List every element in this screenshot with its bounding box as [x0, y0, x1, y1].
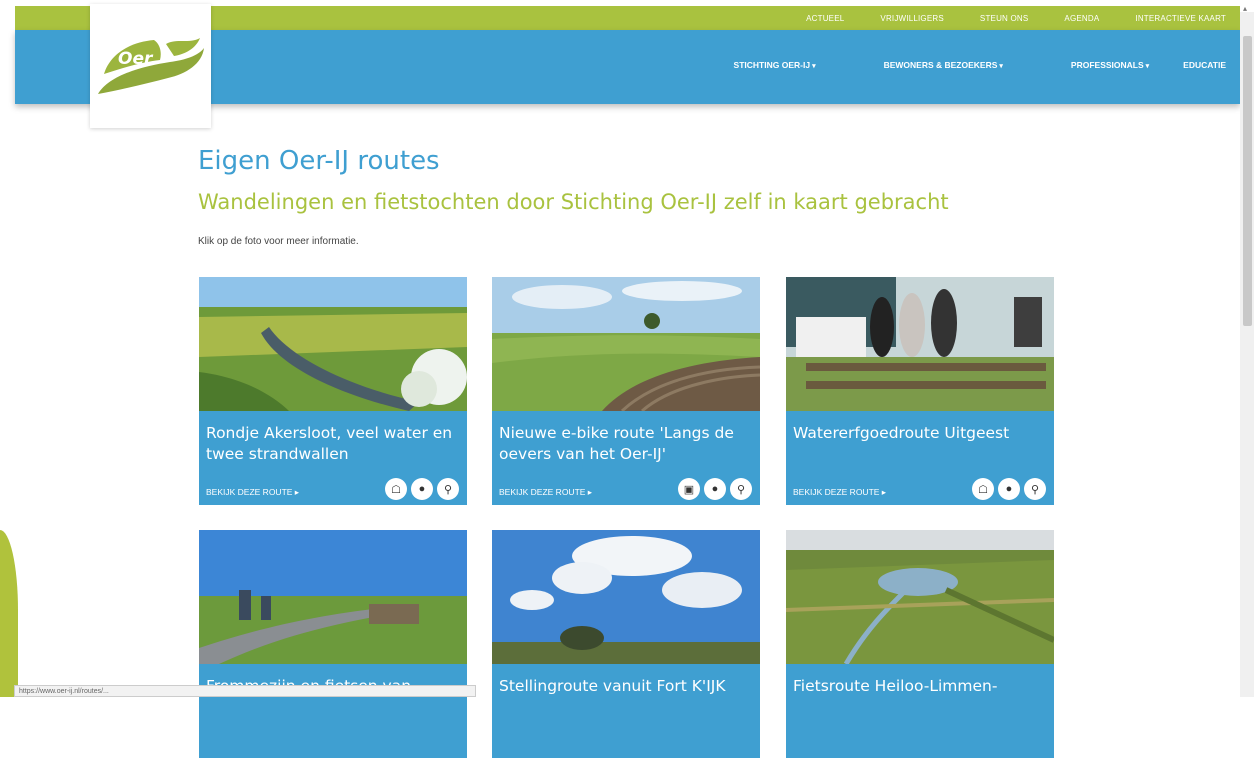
- chevron-down-icon: ▾: [812, 63, 816, 70]
- nav-educatie[interactable]: Educatie: [1183, 60, 1226, 70]
- route-type-icons: ☖ ● ⚲: [972, 478, 1046, 500]
- view-route-link[interactable]: Bekijk deze route ▸: [793, 487, 886, 498]
- bicycle-icon: ⚲: [437, 478, 459, 500]
- footprint-icon: ●: [998, 478, 1020, 500]
- nav-professionals-label: Professionals: [1070, 60, 1144, 70]
- bicycle-icon: ⚲: [730, 478, 752, 500]
- route-title: Fietsroute Heiloo-Limmen-: [793, 677, 998, 695]
- route-card[interactable]: Rondje Akersloot, veel water en twee str…: [199, 277, 467, 505]
- route-card[interactable]: Nieuwe e-bike route 'Langs de oevers van…: [492, 277, 760, 505]
- footprint-icon: ●: [704, 478, 726, 500]
- page-title: Eigen Oer-IJ routes: [198, 146, 440, 176]
- browser-status-bar: https://www.oer-ij.nl/routes/...: [14, 685, 476, 697]
- route-title: Rondje Akersloot, veel water en twee str…: [206, 424, 453, 463]
- route-photo[interactable]: [786, 530, 1054, 664]
- route-map-icon: ▣: [678, 478, 700, 500]
- walk-icon: ☖: [972, 478, 994, 500]
- svg-text:Oer: Oer: [118, 49, 154, 69]
- nav-bewoners-label: Bewoners & bezoekers: [883, 60, 998, 70]
- route-card[interactable]: Fietsroute Heiloo-Limmen-: [786, 530, 1054, 758]
- route-card[interactable]: Frommezijn en fietsen van: [199, 530, 467, 758]
- landscape-photo: [199, 277, 467, 411]
- nav-vrijwilligers[interactable]: Vrijwilligers: [880, 14, 944, 23]
- nav-actueel[interactable]: Actueel: [806, 14, 844, 23]
- intro-text: Klik op de foto voor meer informatie.: [198, 236, 359, 247]
- view-route-link[interactable]: Bekijk deze route ▸: [206, 487, 299, 498]
- route-type-icons: ▣ ● ⚲: [678, 478, 752, 500]
- page-subtitle: Wandelingen en fietstochten door Stichti…: [198, 190, 949, 214]
- nav-agenda[interactable]: Agenda: [1064, 14, 1099, 23]
- clouds-landscape-photo: [492, 530, 760, 664]
- scroll-up-icon[interactable]: ▴: [1243, 4, 1247, 13]
- chevron-down-icon: ▾: [1145, 63, 1150, 70]
- footprint-icon: ●: [411, 478, 433, 500]
- decorative-shape: [0, 530, 18, 697]
- main-nav: Stichting Oer-IJ ▾ Bewoners & bezoekers ▾ …: [666, 60, 1226, 70]
- scrollbar-thumb[interactable]: [1243, 36, 1252, 326]
- route-title: Watererfgoedroute Uitgeest: [793, 424, 1010, 442]
- site-logo[interactable]: Oer: [90, 4, 211, 128]
- route-photo[interactable]: [492, 530, 760, 664]
- route-photo[interactable]: [199, 530, 467, 664]
- route-card[interactable]: Stellingroute vanuit Fort K'IJK: [492, 530, 760, 758]
- route-title: Stellingroute vanuit Fort K'IJK: [499, 677, 726, 695]
- route-photo[interactable]: [786, 277, 1054, 411]
- route-type-icons: ☖ ● ⚲: [385, 478, 459, 500]
- bicycle-icon: ⚲: [1024, 478, 1046, 500]
- nav-interactieve-kaart[interactable]: Interactieve kaart: [1135, 14, 1226, 23]
- aerial-fields-photo: [786, 530, 1054, 664]
- landscape-photo: [492, 277, 760, 411]
- utility-nav: Actueel Vrijwilligers Steun ons Agenda I…: [770, 6, 1226, 30]
- oer-ij-logo-icon: Oer: [98, 38, 204, 94]
- view-route-link[interactable]: Bekijk deze route ▸: [499, 487, 592, 498]
- chevron-down-icon: ▾: [999, 63, 1003, 70]
- route-title: Nieuwe e-bike route 'Langs de oevers van…: [499, 424, 734, 463]
- route-card[interactable]: Watererfgoedroute Uitgeest Bekijk deze r…: [786, 277, 1054, 505]
- nav-professionals[interactable]: Professionals ▾: [1037, 60, 1149, 70]
- nav-bewoners[interactable]: Bewoners & bezoekers ▾: [850, 60, 1003, 70]
- nav-stichting-label: Stichting Oer-IJ: [733, 60, 811, 70]
- route-photo[interactable]: [492, 277, 760, 411]
- route-photo[interactable]: [199, 277, 467, 411]
- people-at-fence-photo: [786, 277, 1054, 411]
- cyclists-photo: [199, 530, 467, 664]
- walk-icon: ☖: [385, 478, 407, 500]
- scrollbar[interactable]: ▴: [1240, 4, 1254, 697]
- nav-stichting[interactable]: Stichting Oer-IJ ▾: [700, 60, 816, 70]
- nav-steun-ons[interactable]: Steun ons: [980, 14, 1028, 23]
